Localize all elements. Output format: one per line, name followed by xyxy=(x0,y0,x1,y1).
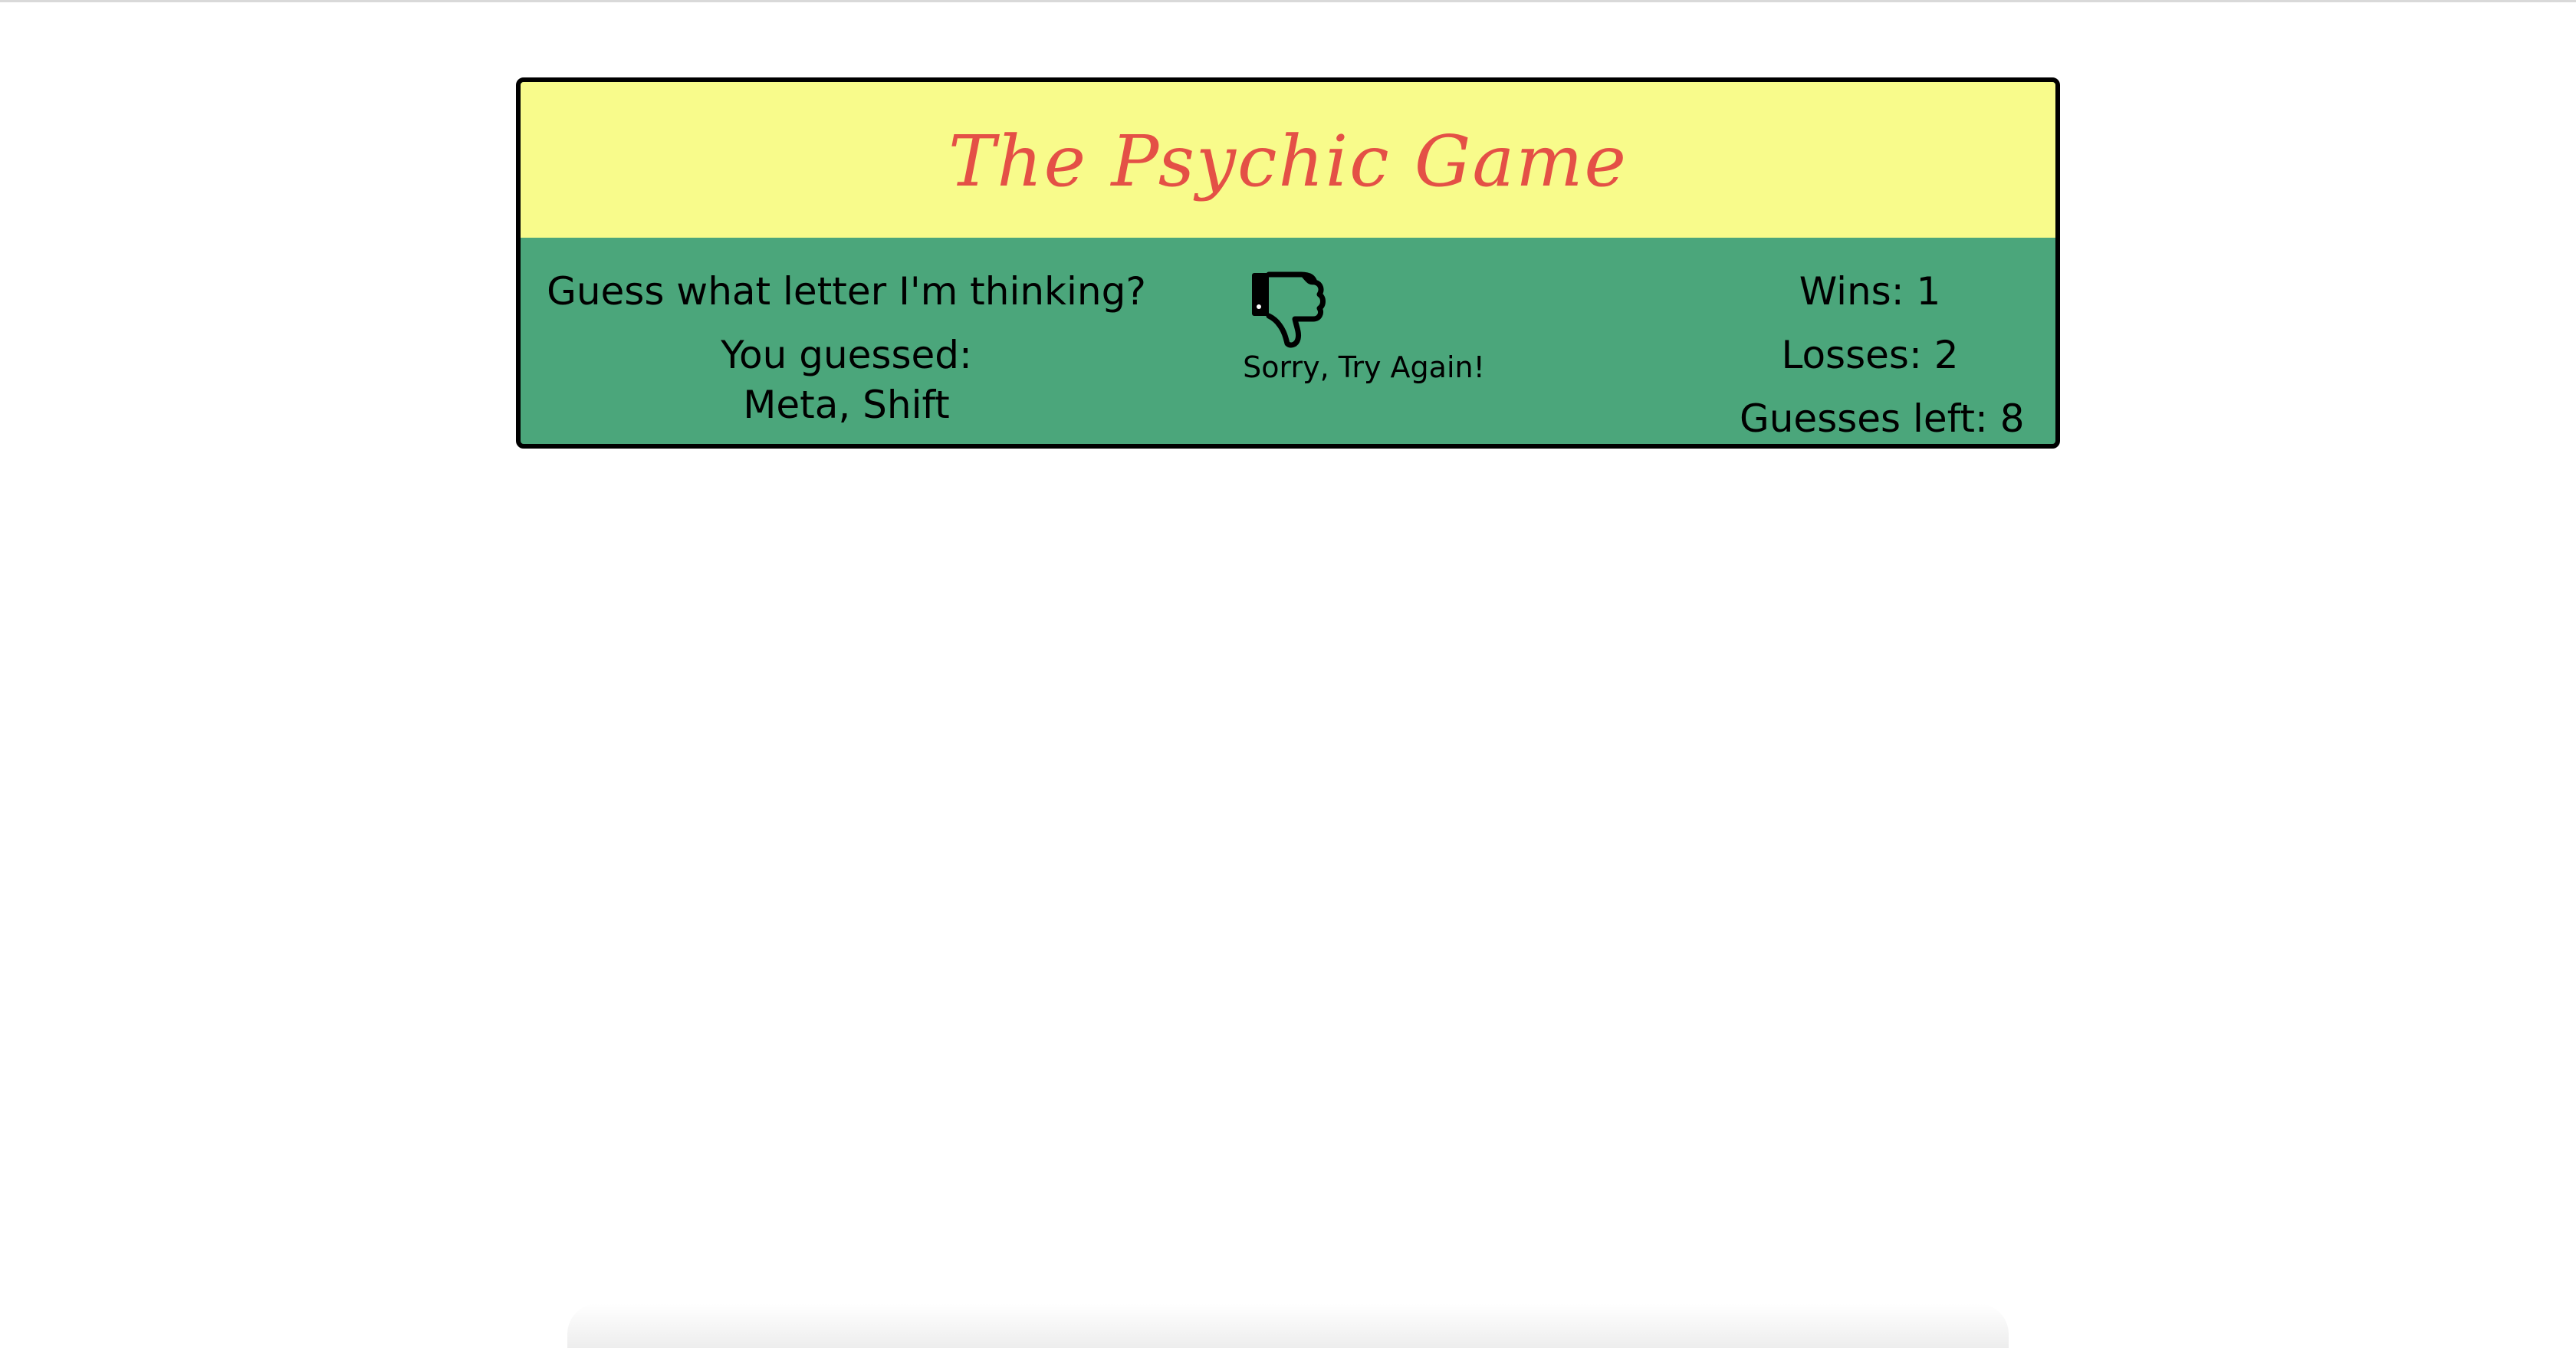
bottom-shadow xyxy=(567,1304,2009,1348)
guessed-label: You guessed: xyxy=(721,333,972,377)
guessed-letters: Meta, Shift xyxy=(743,383,950,427)
thumbs-down-icon xyxy=(1252,271,1326,348)
game-card: The Psychic Game Guess what letter I'm t… xyxy=(516,77,2060,449)
guess-prompt: Guess what letter I'm thinking? xyxy=(547,269,1146,314)
result-message: Sorry, Try Again! xyxy=(1243,350,1485,384)
game-body: Guess what letter I'm thinking? You gues… xyxy=(521,238,2055,444)
wins-counter: Wins: 1 xyxy=(1799,269,1941,314)
guesses-left-counter: Guesses left: 8 xyxy=(1740,396,2025,441)
losses-counter: Losses: 2 xyxy=(1781,333,1959,377)
game-title: The Psychic Game xyxy=(948,120,1628,202)
browser-top-edge xyxy=(0,0,2576,2)
game-header: The Psychic Game xyxy=(521,82,2055,238)
